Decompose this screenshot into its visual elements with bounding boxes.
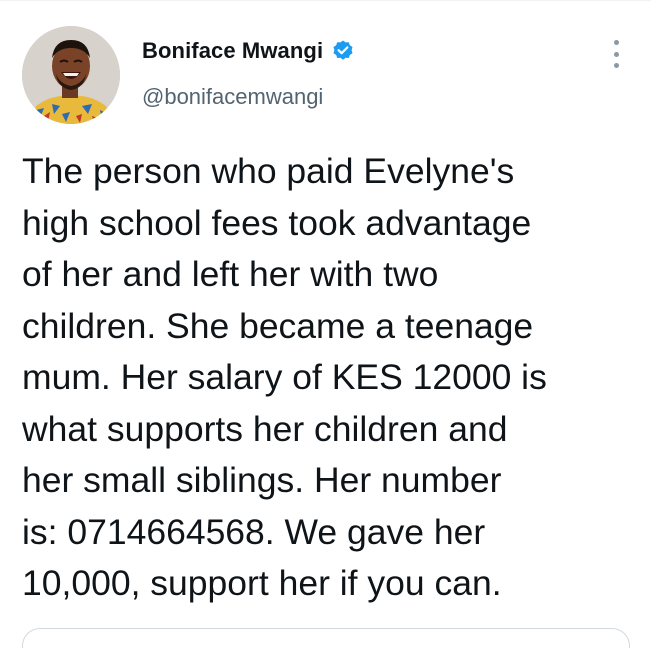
top-divider	[0, 0, 651, 1]
author-name-row[interactable]: Boniface Mwangi	[142, 38, 355, 64]
avatar-photo	[22, 26, 120, 124]
tweet-container: Boniface Mwangi @bonifacemwangi The pers…	[0, 0, 651, 648]
embedded-card[interactable]	[22, 628, 630, 648]
more-vertical-icon[interactable]	[606, 40, 626, 68]
verified-badge-icon	[331, 39, 355, 63]
more-dot	[613, 63, 619, 68]
tweet-text: The person who paid Evelyne's high schoo…	[22, 151, 547, 603]
author-handle[interactable]: @bonifacemwangi	[142, 84, 323, 110]
more-dot	[613, 40, 619, 45]
avatar[interactable]	[22, 26, 120, 124]
more-dot	[613, 51, 619, 57]
author-display-name[interactable]: Boniface Mwangi	[142, 38, 323, 64]
